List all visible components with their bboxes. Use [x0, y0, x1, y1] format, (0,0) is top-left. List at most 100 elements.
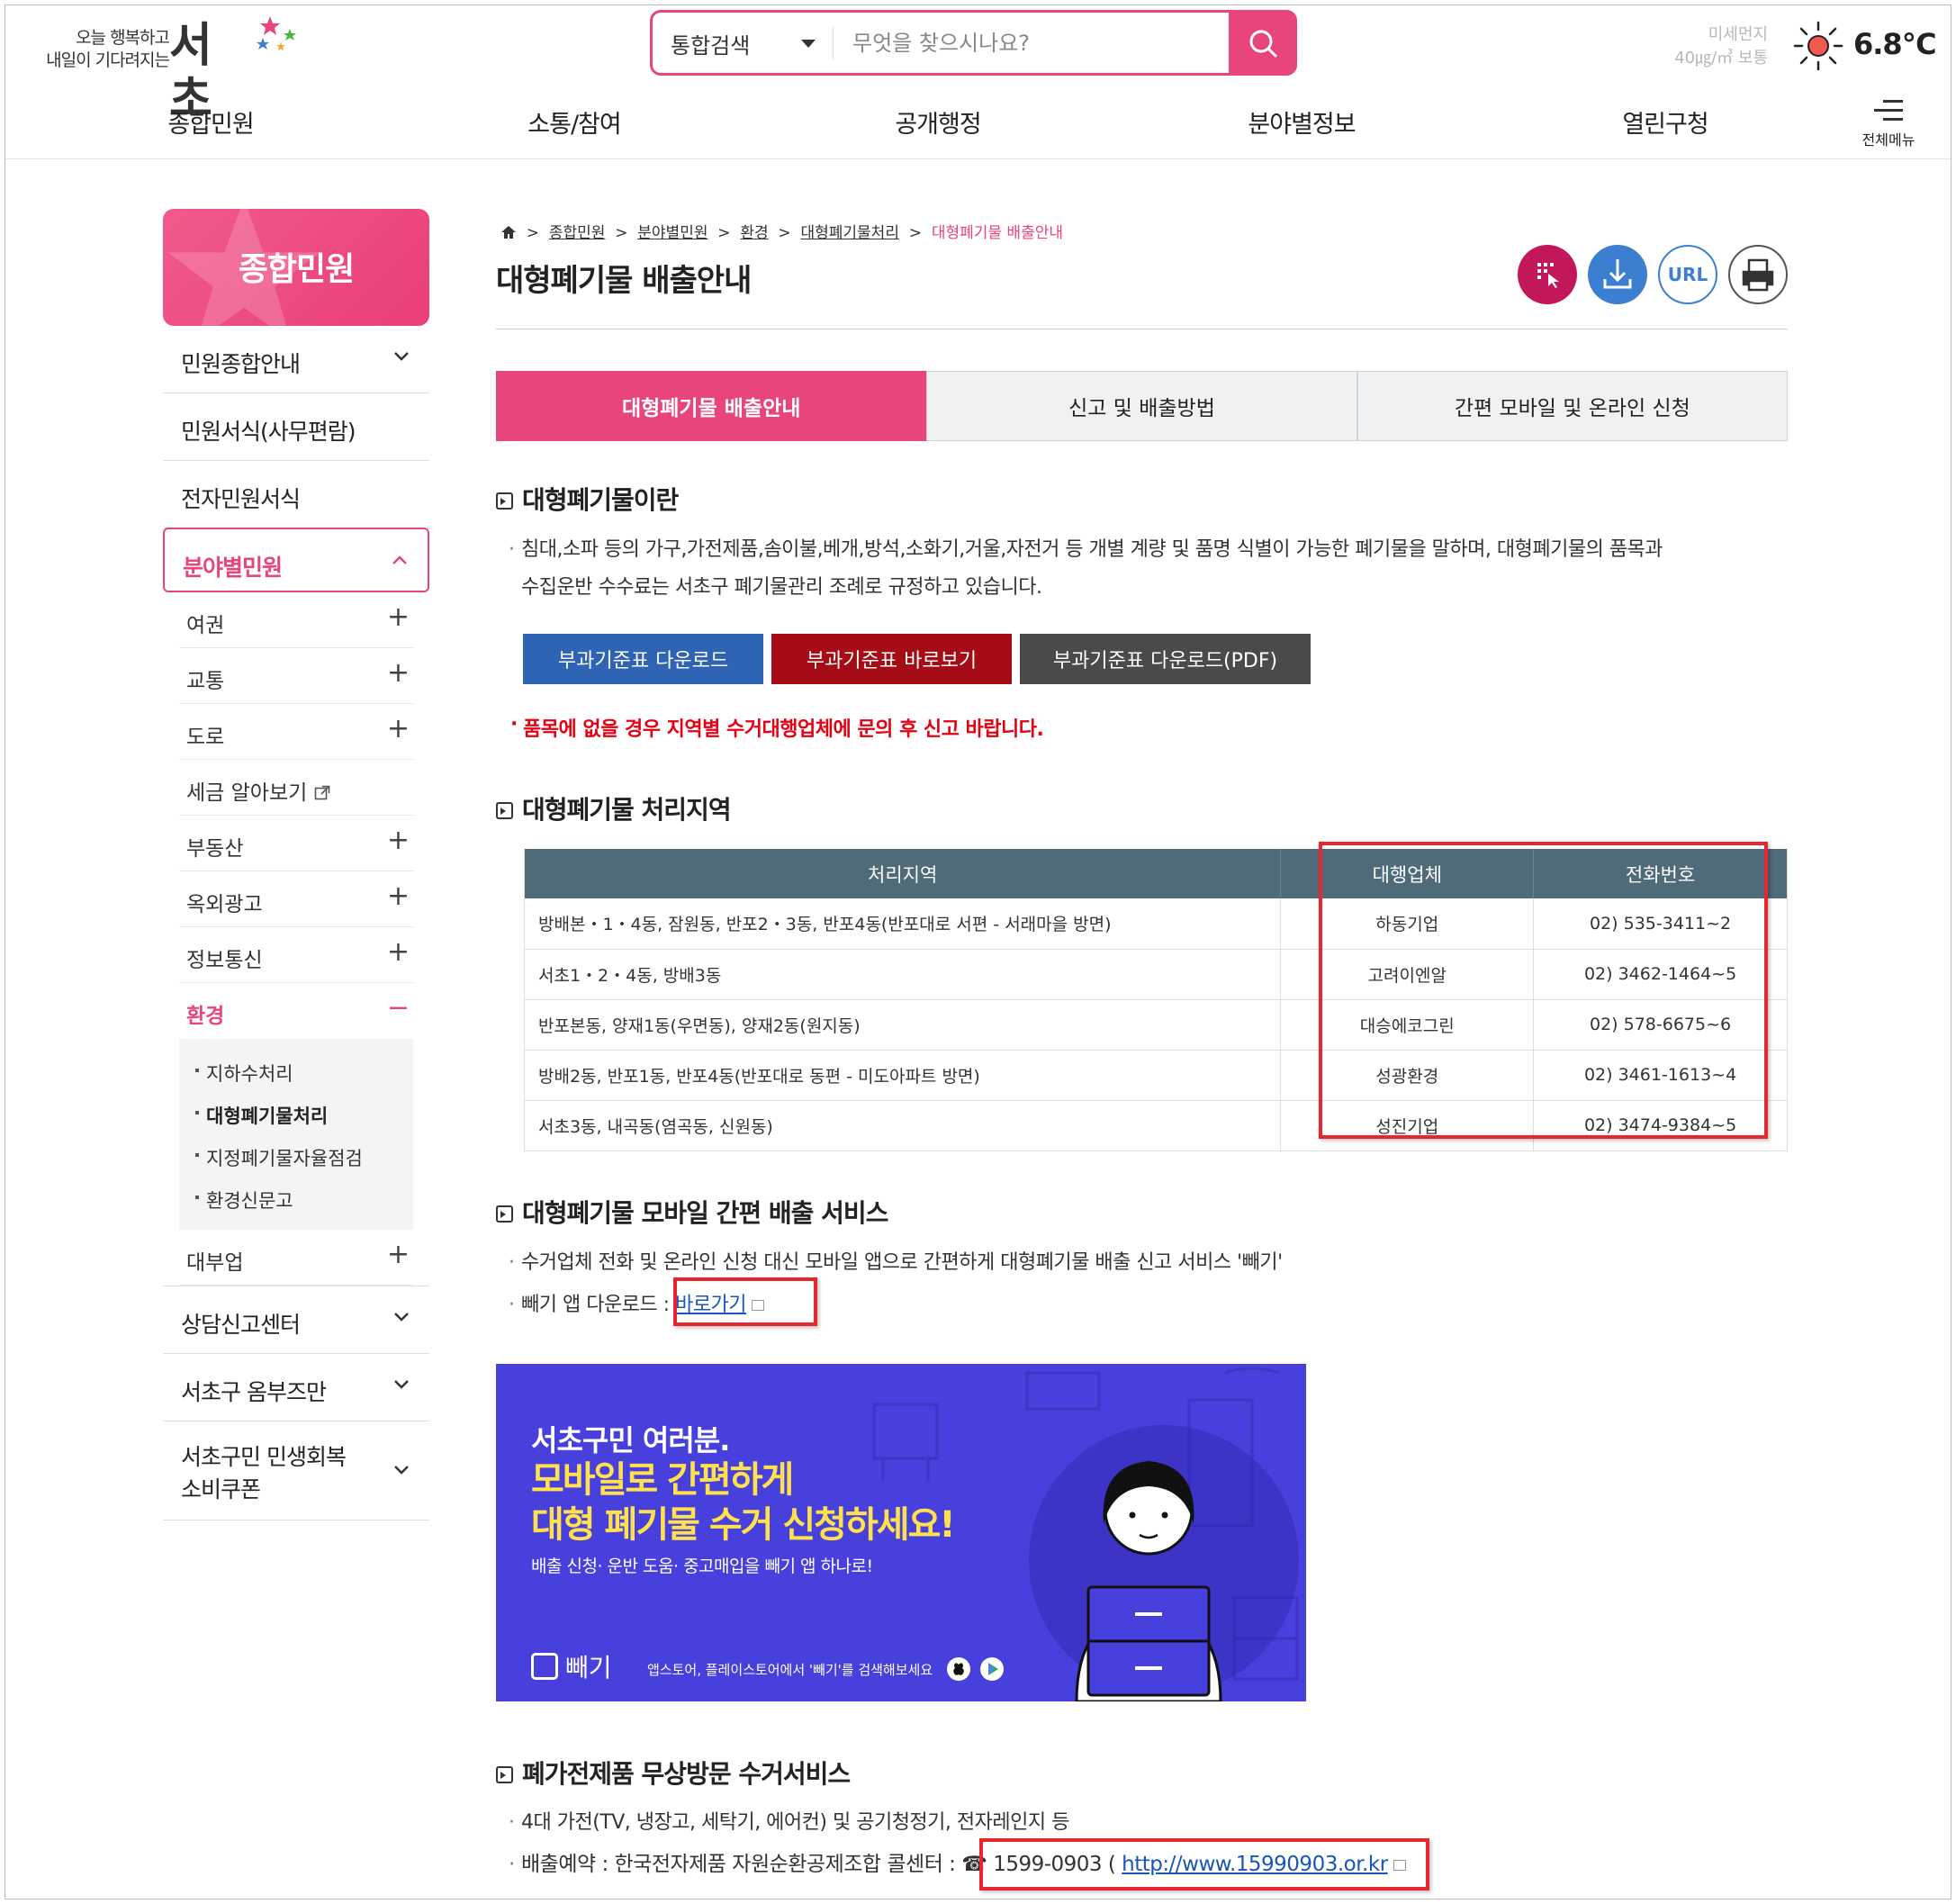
- section-text-line: 수거업체 전화 및 온라인 신청 대신 모바일 앱으로 간편하게 대형폐기물 배…: [521, 1251, 1283, 1274]
- section-title-text: 대형폐기물이란: [522, 485, 679, 515]
- section-text-line: 수집운반 수수료는 서초구 폐기물관리 조례로 규정하고 있습니다.: [521, 576, 1042, 599]
- section-text: · 4대 가전(TV, 냉장고, 세탁기, 에어컨) 및 공기청정기, 전자레인…: [509, 1804, 1691, 1842]
- download-button[interactable]: [1588, 245, 1647, 304]
- side-nav-item-field-civil[interactable]: 분야별민원: [163, 528, 429, 592]
- table-cell: 서초1・2・4동, 방배3동: [524, 949, 1282, 1000]
- section-text-line: 빼기 앱 다운로드 :: [521, 1294, 676, 1316]
- section-text: · 침대,소파 등의 가구,가전제품,솜이불,베개,방석,소화기,거울,자전거 …: [509, 531, 1763, 607]
- side-sub-label: 대부업: [186, 1251, 244, 1275]
- search-divider: [833, 27, 834, 59]
- side-sub-label-text: 세금 알아보기: [186, 781, 308, 805]
- side-nav-label: 상담신고센터: [181, 1312, 301, 1338]
- breadcrumb: > 종합민원 > 분야별민원 > 환경 > 대형폐기물처리 > 대형폐기물 배출…: [500, 220, 1063, 242]
- side-sub3-groundwater[interactable]: 지하수처리: [179, 1050, 413, 1092]
- side-sub-label: 환경: [186, 1005, 225, 1028]
- side-nav-item-guide[interactable]: 민원종합안내: [163, 326, 429, 393]
- side-sub-traffic[interactable]: 교통 +: [179, 648, 413, 704]
- slogan-line-1: 오늘 행복하고: [76, 28, 170, 48]
- gnb-item-open-office[interactable]: 열린구청: [1622, 104, 1708, 140]
- tab-mobile-online[interactable]: 간편 모바일 및 온라인 신청: [1357, 371, 1788, 441]
- side-sub3-bulky-waste[interactable]: 대형폐기물처리: [179, 1092, 413, 1134]
- side-sub-road[interactable]: 도로 +: [179, 704, 413, 760]
- print-button[interactable]: [1728, 245, 1788, 304]
- search-input[interactable]: [852, 23, 1248, 63]
- section-bullet-icon: [496, 492, 513, 510]
- fine-dust-info: 미세먼지 40㎍/㎥ 보통: [1635, 23, 1768, 70]
- tab-bulky-waste-guide[interactable]: 대형폐기물 배출안내: [496, 371, 927, 441]
- breadcrumb-item[interactable]: 대형폐기물처리: [800, 224, 898, 242]
- bullet-icon: ·: [509, 1811, 515, 1834]
- gnb-item-administration[interactable]: 공개행정: [895, 104, 981, 140]
- download-fee-table-pdf-button[interactable]: 부과기준표 다운로드(PDF): [1020, 634, 1311, 684]
- plus-icon: +: [386, 825, 410, 856]
- section-bullet-icon: [496, 802, 513, 819]
- side-sub-passport[interactable]: 여권 +: [179, 592, 413, 648]
- download-fee-table-button[interactable]: 부과기준표 다운로드: [523, 634, 763, 684]
- google-play-icon: [979, 1657, 1004, 1681]
- side-sub3-label: 지정폐기물자율점검: [206, 1148, 363, 1169]
- banner-headline-line1: 모바일로 간편하게: [531, 1459, 794, 1501]
- section-text: · 빼기 앱 다운로드 : 바로가기: [509, 1286, 1241, 1324]
- side-nav-title: 종합민원: [238, 251, 355, 288]
- section-bullet-icon: [496, 1766, 513, 1783]
- breadcrumb-current: 대형폐기물 배출안내: [931, 224, 1063, 242]
- global-nav: 종합민원 소통/참여 공개행정 분야별정보 열린구청: [5, 104, 1951, 155]
- side-sub3-designated-waste[interactable]: 지정폐기물자율점검: [179, 1134, 413, 1177]
- chevron-down-icon: [394, 1313, 409, 1322]
- section-title-text: 대형폐기물 처리지역: [522, 795, 732, 825]
- side-nav-label: 분야별민원: [183, 555, 283, 581]
- gnb-item-field-info[interactable]: 분야별정보: [1248, 104, 1356, 140]
- side-nav-item-e-forms[interactable]: 전자민원서식: [163, 461, 429, 528]
- gnb-item-civil[interactable]: 종합민원: [167, 104, 254, 140]
- bullet-icon: [195, 1196, 199, 1199]
- side-nav-label: 전자민원서식: [181, 486, 301, 512]
- side-sub-outdoor-ads[interactable]: 옥외광고 +: [179, 871, 413, 927]
- plus-icon: +: [386, 713, 410, 744]
- banner-headline-line2: 대형 폐기물 수거 신청하세요!: [531, 1504, 956, 1546]
- plus-icon: +: [386, 1239, 410, 1270]
- home-icon[interactable]: [500, 225, 517, 239]
- tab-report-method[interactable]: 신고 및 배출방법: [926, 371, 1357, 441]
- side-nav-item-forms[interactable]: 민원서식(사무편람): [163, 393, 429, 461]
- breadcrumb-item[interactable]: 환경: [740, 224, 768, 242]
- ppaegi-logo-text: 빼기: [565, 1653, 612, 1683]
- highlight-box: [673, 1277, 817, 1326]
- chevron-up-icon: [392, 555, 407, 564]
- ppaegi-app-banner[interactable]: 서초구민 여러분. 모바일로 간편하게 대형 폐기물 수거 신청하세요! 배출 …: [496, 1364, 1306, 1701]
- ppaegi-logo-icon: [531, 1653, 558, 1680]
- section-text-line: 침대,소파 등의 가구,가전제품,솜이불,베개,방석,소화기,거울,자전거 등 …: [521, 538, 1663, 561]
- side-sub-label: 도로: [186, 726, 225, 749]
- side-nav-item-coupon[interactable]: 서초구민 민생회복 소비쿠폰: [163, 1421, 429, 1520]
- side-sub-real-estate[interactable]: 부동산 +: [179, 816, 413, 871]
- side-sub-tax[interactable]: 세금 알아보기: [179, 760, 413, 816]
- gnb-item-communication[interactable]: 소통/참여: [527, 104, 621, 140]
- breadcrumb-item[interactable]: 분야별민원: [637, 224, 708, 242]
- section-title: 폐가전제품 무상방문 수거서비스: [496, 1755, 851, 1791]
- side-sub3-env-report[interactable]: 환경신문고: [179, 1177, 413, 1219]
- section-bullet-icon: [496, 1205, 513, 1223]
- view-fee-table-button[interactable]: 부과기준표 바로보기: [771, 634, 1012, 684]
- chevron-down-icon: [394, 1380, 409, 1389]
- search-icon: [1249, 30, 1277, 57]
- side-sub-it[interactable]: 정보통신 +: [179, 927, 413, 983]
- side-nav-item-counsel[interactable]: 상담신고센터: [163, 1286, 429, 1354]
- utility-buttons: URL: [1518, 245, 1788, 304]
- side-nav-label: 민원종합안내: [181, 351, 301, 377]
- side-sub-label: 세금 알아보기: [186, 775, 330, 806]
- all-menu-button[interactable]: 전체메뉴: [1852, 100, 1924, 154]
- search-scope-select[interactable]: 통합검색: [671, 28, 815, 59]
- side-sub-environment[interactable]: 환경 −: [179, 983, 413, 1039]
- side-sub-lending[interactable]: 대부업 +: [179, 1230, 413, 1286]
- table-cell: 방배2동, 반포1동, 반포4동(반포대로 동편 - 미도아파트 방면): [524, 1050, 1282, 1101]
- section-title-text: 폐가전제품 무상방문 수거서비스: [522, 1759, 851, 1789]
- breadcrumb-item[interactable]: 종합민원: [549, 224, 606, 242]
- search-button[interactable]: [1229, 10, 1297, 76]
- side-nav-label: 민원서식(사무편람): [181, 419, 356, 445]
- side-nav-item-ombudsman[interactable]: 서초구 옴부즈만: [163, 1354, 429, 1421]
- side-sub3-label: 환경신문고: [206, 1190, 293, 1212]
- qr-button[interactable]: [1518, 245, 1577, 304]
- url-copy-button[interactable]: URL: [1658, 245, 1717, 304]
- plus-icon: +: [386, 657, 410, 689]
- section-text-line: 배출예약 : 한국전자제품 자원순환공제조합 콜센터 :: [521, 1853, 962, 1876]
- hamburger-icon: [1874, 100, 1903, 121]
